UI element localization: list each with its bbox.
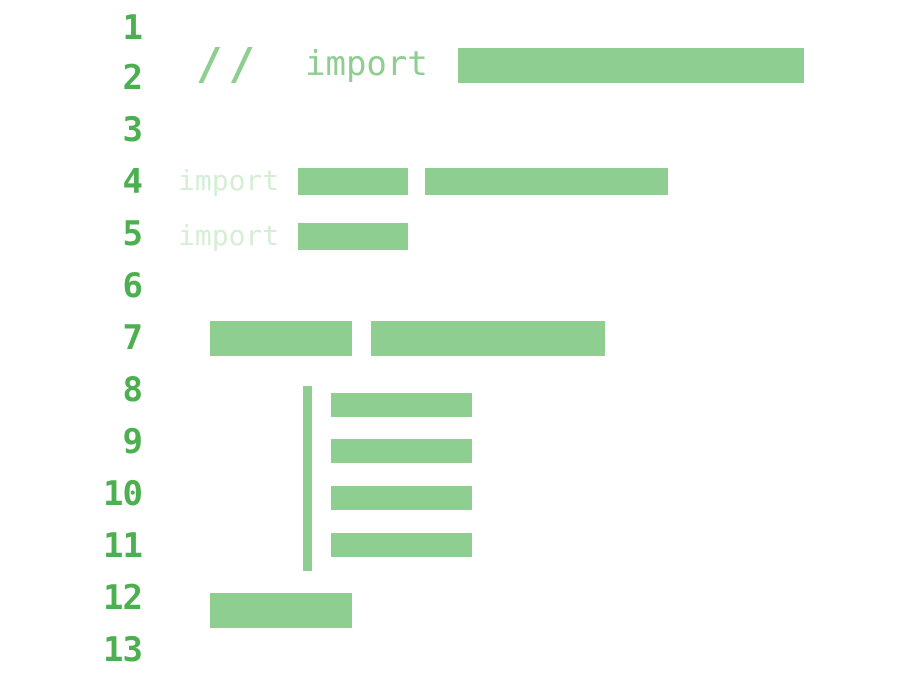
placeholder-block	[298, 168, 408, 195]
placeholder-block	[331, 486, 472, 510]
placeholder-block	[210, 593, 352, 628]
import-keyword-line-2: import	[305, 44, 428, 84]
placeholder-block	[331, 533, 472, 557]
code-area[interactable]: // import import import	[0, 0, 900, 675]
placeholder-block	[458, 48, 804, 83]
placeholder-block	[298, 223, 408, 250]
import-keyword-line-5: import	[178, 219, 280, 252]
comment-marker: //	[196, 39, 261, 90]
placeholder-block	[425, 168, 668, 195]
import-keyword-line-4: import	[178, 164, 280, 197]
placeholder-block	[331, 393, 472, 417]
placeholder-block	[331, 439, 472, 463]
placeholder-block	[371, 321, 605, 356]
placeholder-block	[210, 321, 352, 356]
indent-guide	[303, 386, 312, 571]
